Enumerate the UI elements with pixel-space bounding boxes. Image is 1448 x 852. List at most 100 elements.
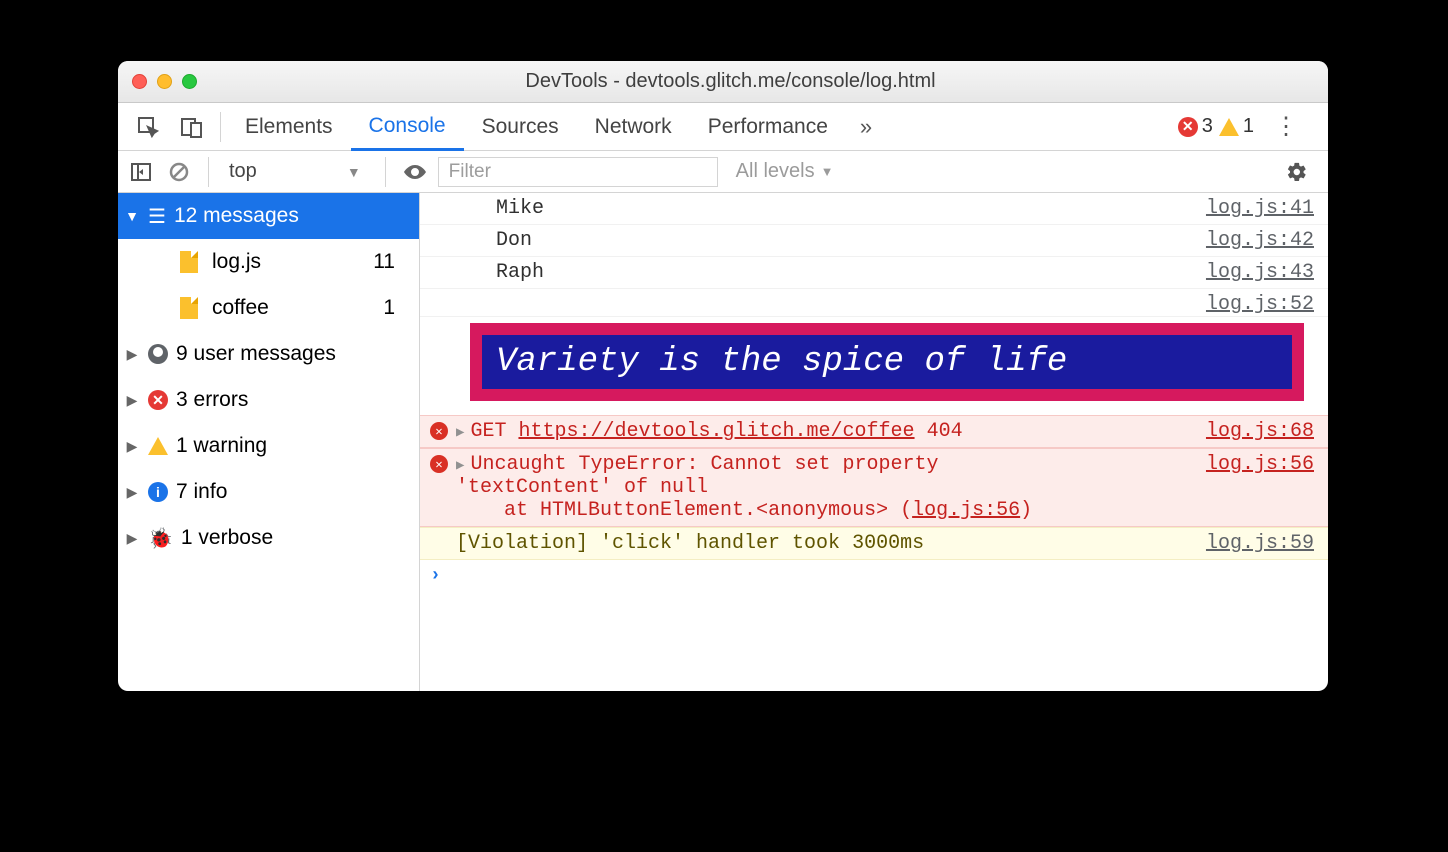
- category-label: 7 info: [176, 480, 227, 504]
- tab-network[interactable]: Network: [577, 103, 690, 150]
- source-link[interactable]: log.js:68: [1206, 420, 1318, 443]
- file-icon: [180, 297, 198, 319]
- prompt-chevron-icon: ›: [430, 566, 441, 586]
- log-text: Mike: [496, 197, 1206, 220]
- levels-label: All levels: [736, 160, 815, 183]
- error-count-badge[interactable]: ✕ 3: [1178, 115, 1213, 138]
- titlebar: DevTools - devtools.glitch.me/console/lo…: [118, 61, 1328, 103]
- tab-performance[interactable]: Performance: [690, 103, 846, 150]
- chevron-down-icon: ▼: [124, 208, 140, 224]
- log-levels-selector[interactable]: All levels ▼: [726, 160, 844, 183]
- sidebar-verbose[interactable]: ▶ 🐞 1 verbose: [118, 515, 419, 561]
- category-label: 9 user messages: [176, 342, 336, 366]
- violation-row[interactable]: [Violation] 'click' handler took 3000ms …: [420, 527, 1328, 560]
- exception-text1: Uncaught TypeError: Cannot set property: [470, 453, 938, 476]
- exception-row[interactable]: ✕ ▶Uncaught TypeError: Cannot set proper…: [420, 448, 1328, 527]
- sidebar-file-logjs[interactable]: log.js 11: [118, 239, 419, 285]
- category-label: 1 verbose: [181, 526, 273, 550]
- console-body: ▼ ☰ 12 messages log.js 11 coffee 1 ▶ 9 u…: [118, 193, 1328, 691]
- sidebar-messages-group[interactable]: ▼ ☰ 12 messages: [118, 193, 419, 239]
- file-name: coffee: [212, 296, 269, 320]
- http-status: 404: [927, 420, 963, 443]
- error-icon: ✕: [1178, 117, 1198, 137]
- violation-text: [Violation] 'click' handler took 3000ms: [456, 532, 1206, 555]
- toggle-sidebar-icon[interactable]: [126, 161, 156, 183]
- sidebar-warnings[interactable]: ▶ 1 warning: [118, 423, 419, 469]
- window-title: DevTools - devtools.glitch.me/console/lo…: [147, 70, 1314, 93]
- chevron-right-icon: ▶: [124, 346, 140, 363]
- source-link[interactable]: log.js:56: [1206, 453, 1318, 476]
- sidebar-file-coffee[interactable]: coffee 1: [118, 285, 419, 331]
- log-row[interactable]: Mike log.js:41: [420, 193, 1328, 225]
- category-label: 1 warning: [176, 434, 267, 458]
- console-sidebar: ▼ ☰ 12 messages log.js 11 coffee 1 ▶ 9 u…: [118, 193, 420, 691]
- warning-count: 1: [1243, 115, 1254, 138]
- stack-prefix: at HTMLButtonElement.: [456, 499, 756, 522]
- filter-input[interactable]: [438, 157, 718, 187]
- tab-console[interactable]: Console: [351, 104, 464, 151]
- chevron-down-icon: ▼: [347, 164, 361, 180]
- info-icon: i: [148, 482, 168, 502]
- sidebar-user-messages[interactable]: ▶ 9 user messages: [118, 331, 419, 377]
- divider: [208, 157, 209, 187]
- source-link[interactable]: log.js:59: [1206, 532, 1318, 555]
- file-name: log.js: [212, 250, 261, 274]
- source-link[interactable]: log.js:41: [1206, 197, 1318, 220]
- clear-console-icon[interactable]: [164, 161, 194, 183]
- chevron-right-icon: ▶: [456, 425, 464, 441]
- file-count: 1: [383, 296, 413, 320]
- file-icon: [180, 251, 198, 273]
- console-toolbar: top ▼ All levels ▼: [118, 151, 1328, 193]
- chevron-right-icon: ▶: [124, 438, 140, 455]
- chevron-right-icon: ▶: [124, 484, 140, 501]
- context-selector[interactable]: top ▼: [223, 160, 371, 183]
- log-text: Don: [496, 229, 1206, 252]
- file-count: 11: [373, 250, 413, 274]
- settings-menu-button[interactable]: ⋮: [1260, 112, 1312, 141]
- network-error-row[interactable]: ✕ ▶ GET https://devtools.glitch.me/coffee…: [420, 415, 1328, 448]
- warning-icon: [1219, 118, 1239, 136]
- source-link[interactable]: log.js:52: [1206, 293, 1318, 316]
- category-label: 3 errors: [176, 388, 248, 412]
- console-prompt[interactable]: ›: [420, 560, 1328, 592]
- stack-close: ): [1020, 499, 1032, 522]
- list-icon: ☰: [148, 204, 166, 229]
- log-row-styled[interactable]: log.js:52: [420, 289, 1328, 317]
- sidebar-info[interactable]: ▶ i 7 info: [118, 469, 419, 515]
- context-value: top: [229, 160, 257, 183]
- panel-tabs: Elements Console Sources Network Perform…: [118, 103, 1328, 151]
- chevron-right-icon: ▶: [124, 530, 140, 547]
- log-row[interactable]: Raph log.js:43: [420, 257, 1328, 289]
- sidebar-errors[interactable]: ▶ ✕ 3 errors: [118, 377, 419, 423]
- chevron-right-icon: ▶: [124, 392, 140, 409]
- log-text: Raph: [496, 261, 1206, 284]
- more-tabs-button[interactable]: »: [846, 114, 886, 140]
- console-output: Mike log.js:41 Don log.js:42 Raph log.js…: [420, 193, 1328, 691]
- close-window-button[interactable]: [132, 74, 147, 89]
- messages-label: 12 messages: [174, 204, 299, 228]
- warning-count-badge[interactable]: 1: [1219, 115, 1254, 138]
- chevron-right-icon: ▶: [456, 458, 464, 474]
- error-icon: ✕: [430, 422, 448, 440]
- tab-sources[interactable]: Sources: [464, 103, 577, 150]
- log-row[interactable]: Don log.js:42: [420, 225, 1328, 257]
- http-method: GET: [470, 420, 506, 443]
- warning-icon: [148, 437, 168, 455]
- stack-source-link[interactable]: log.js:56: [912, 499, 1020, 522]
- source-link[interactable]: log.js:42: [1206, 229, 1318, 252]
- devtools-window: DevTools - devtools.glitch.me/console/lo…: [118, 61, 1328, 691]
- tab-elements[interactable]: Elements: [227, 103, 351, 150]
- device-toolbar-icon[interactable]: [170, 115, 214, 139]
- bug-icon: 🐞: [148, 526, 173, 551]
- source-link[interactable]: log.js:43: [1206, 261, 1318, 284]
- stack-anonymous: <anonymous>: [756, 499, 888, 522]
- request-url-link[interactable]: https://devtools.glitch.me/coffee: [518, 420, 914, 443]
- divider: [220, 112, 221, 142]
- error-count: 3: [1202, 115, 1213, 138]
- live-expression-icon[interactable]: [400, 159, 430, 185]
- chevron-down-icon: ▼: [821, 164, 834, 179]
- divider: [385, 157, 386, 187]
- inspect-element-icon[interactable]: [126, 115, 170, 139]
- console-settings-icon[interactable]: [1274, 161, 1320, 183]
- styled-log-message: Variety is the spice of life: [470, 323, 1304, 401]
